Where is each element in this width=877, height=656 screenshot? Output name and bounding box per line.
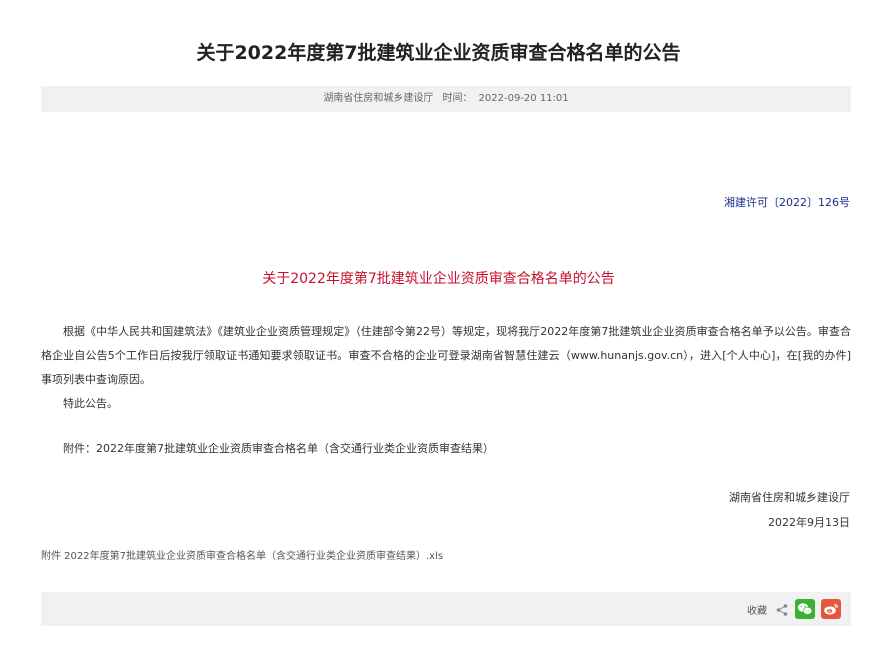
page-title: 关于2022年度第7批建筑业企业资质审查合格名单的公告	[196, 42, 681, 64]
body-paragraph: 根据《中华人民共和国建筑法》《建筑业企业资质管理规定》（住建部令第22号）等规定…	[41, 325, 851, 386]
signature-date: 2022年9月13日	[768, 516, 850, 529]
article-subtitle: 关于2022年度第7批建筑业企业资质审查合格名单的公告	[262, 271, 615, 287]
article-meta-bar: 湖南省住房和城乡建设厅 时间： 2022-09-20 11:01	[41, 86, 851, 112]
article-page: 关于2022年度第7批建筑业企业资质审查合格名单的公告 湖南省住房和城乡建设厅 …	[0, 0, 877, 656]
weibo-icon[interactable]	[821, 599, 841, 619]
article-time-label: 时间：	[442, 93, 473, 104]
attachment-file-link[interactable]: 附件 2022年度第7批建筑业企业资质审查合格名单（含交通行业类企业资质审查结果…	[41, 547, 443, 562]
share-tools: 收藏	[747, 599, 841, 619]
body-paragraph-closing: 特此公告。	[63, 397, 118, 410]
favorite-button[interactable]: 收藏	[747, 602, 767, 617]
signature-organization: 湖南省住房和城乡建设厅	[729, 491, 850, 504]
article-source: 湖南省住房和城乡建设厅	[323, 93, 434, 104]
attachment-description: 附件：2022年度第7批建筑业企业资质审查合格名单（含交通行业类企业资质审查结果…	[63, 442, 494, 455]
share-icon[interactable]	[775, 602, 789, 616]
document-number: 湘建许可〔2022〕126号	[724, 196, 850, 209]
article-time-value: 2022-09-20 11:01	[478, 93, 569, 104]
footer-toolbar: 收藏	[41, 592, 851, 626]
article-body: 根据《中华人民共和国建筑法》《建筑业企业资质管理规定》（住建部令第22号）等规定…	[41, 320, 851, 416]
wechat-icon[interactable]	[795, 599, 815, 619]
